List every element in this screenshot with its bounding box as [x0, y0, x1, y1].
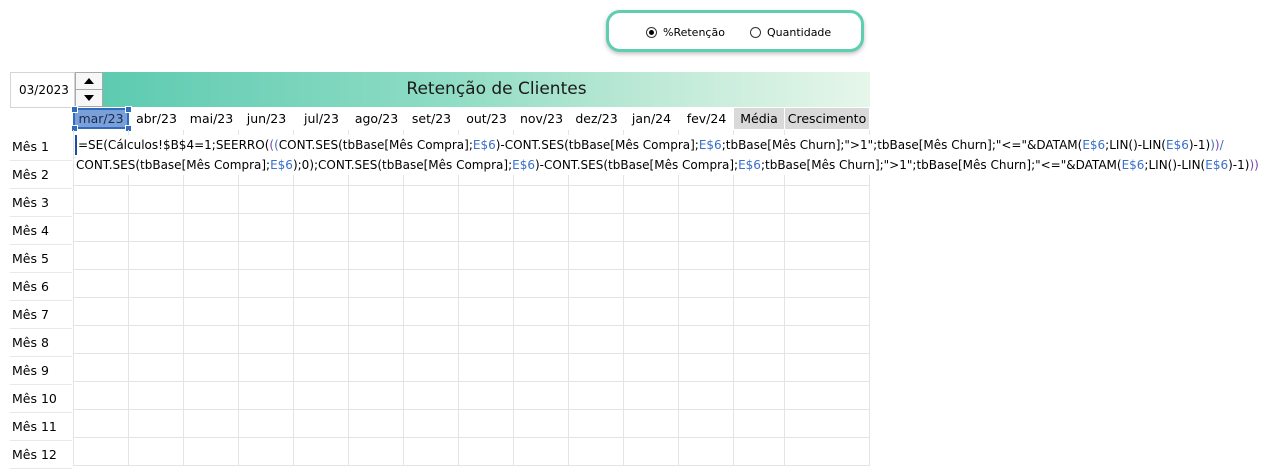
- grid-line: [73, 269, 870, 270]
- formula-token: );0);CONT.SES(tbBase[Mês Compra];: [292, 158, 513, 172]
- arrow-up-icon: [84, 78, 94, 84]
- radio-quantidade-indicator[interactable]: [750, 27, 761, 38]
- formula-token: CONT.SES(tbBase[Mês Compra];: [76, 158, 271, 172]
- grid-line: [128, 130, 129, 466]
- formula-token: ;LIN()-LIN(: [1144, 158, 1206, 172]
- grid-line: [458, 130, 459, 466]
- grid-line: [238, 130, 239, 466]
- radio-retencao[interactable]: %Retenção: [646, 26, 725, 39]
- grid-line: [623, 130, 624, 466]
- grid-line: [73, 325, 870, 326]
- formula-line-2[interactable]: CONT.SES(tbBase[Mês Compra]; E$6);0);CONT…: [76, 155, 1259, 175]
- header-cell-media[interactable]: Média: [734, 108, 784, 129]
- formula-reference: E$6: [738, 158, 761, 172]
- grid-line: [568, 130, 569, 466]
- header-cell[interactable]: jul/23: [294, 108, 349, 129]
- formula-token: ;LIN()-LIN(: [1105, 138, 1166, 152]
- header-cell[interactable]: nov/23: [514, 108, 569, 129]
- row-label: Mês 1: [10, 133, 72, 161]
- grid-line: [869, 130, 870, 466]
- header-cell[interactable]: jun/23: [239, 108, 294, 129]
- grid-line: [73, 381, 870, 382]
- row-label: Mês 7: [10, 301, 72, 329]
- header-cell[interactable]: abr/23: [129, 108, 184, 129]
- header-cell[interactable]: fev/24: [679, 108, 734, 129]
- formula-reference: E$6: [270, 158, 293, 172]
- grid-line: [403, 130, 404, 466]
- selection-handle[interactable]: [71, 106, 78, 113]
- row-label: Mês 4: [10, 217, 72, 245]
- formula-token: )-1): [1188, 138, 1211, 152]
- row-label: Mês 9: [10, 357, 72, 385]
- row-label: Mês 11: [10, 413, 72, 441]
- grid-line: [73, 465, 870, 466]
- radio-retencao-indicator[interactable]: [646, 27, 657, 38]
- grid-line: [73, 241, 870, 242]
- header-cell[interactable]: mai/23: [184, 108, 239, 129]
- formula-reference: E$6: [698, 138, 722, 152]
- grid-line: [73, 353, 870, 354]
- radio-quantidade[interactable]: Quantidade: [750, 26, 831, 39]
- grid-line: [73, 409, 870, 410]
- formula-line-1[interactable]: =SE(Cálculos!$B$4=1;SEERRO(((CONT.SES(tb…: [75, 135, 1224, 155]
- date-cell[interactable]: 03/2023: [10, 72, 75, 108]
- formula-token: )): [1249, 158, 1259, 172]
- formula-reference: E$6: [472, 138, 496, 152]
- row-label: Mês 5: [10, 245, 72, 273]
- title-banner: Retenção de Clientes: [103, 72, 870, 107]
- grid-line: [183, 130, 184, 466]
- grid-line: [293, 130, 294, 466]
- grid-line: [733, 130, 734, 466]
- radio-retencao-label: %Retenção: [663, 26, 725, 39]
- row-label: Mês 8: [10, 329, 72, 357]
- row-label: Mês 2: [10, 161, 72, 189]
- formula-reference: E$6: [512, 158, 535, 172]
- header-cell[interactable]: out/23: [459, 108, 514, 129]
- formula-token: )-CONT.SES(tbBase[Mês Compra];: [534, 158, 739, 172]
- grid-line: [73, 213, 870, 214]
- header-cell-crescimento[interactable]: Crescimento: [785, 108, 869, 129]
- header-cell[interactable]: jan/24: [624, 108, 679, 129]
- spin-down-button[interactable]: [76, 90, 102, 106]
- row-label: Mês 10: [10, 385, 72, 413]
- row-label: Mês 6: [10, 273, 72, 301]
- formula-token: CONT.SES(tbBase[Mês Compra];: [278, 138, 473, 152]
- data-grid[interactable]: [73, 130, 870, 466]
- grid-line: [73, 297, 870, 298]
- header-cell[interactable]: set/23: [404, 108, 459, 129]
- page-title: Retenção de Clientes: [406, 79, 587, 99]
- formula-token: ;tbBase[Mês Churn];">1";tbBase[Mês Churn…: [760, 158, 1122, 172]
- formula-token: )-1): [1228, 158, 1250, 172]
- date-spinner[interactable]: [75, 72, 103, 107]
- formula-reference: E$6: [1121, 158, 1145, 172]
- formula-token: ;tbBase[Mês Churn];">1";tbBase[Mês Churn…: [721, 138, 1083, 152]
- formula-token: /: [1219, 138, 1224, 152]
- grid-line: [73, 130, 74, 466]
- formula-token: )-CONT.SES(tbBase[Mês Compra];: [495, 138, 699, 152]
- view-mode-panel: %Retenção Quantidade: [606, 10, 864, 52]
- grid-line: [73, 185, 870, 186]
- grid-line: [73, 437, 870, 438]
- selection-handle[interactable]: [125, 106, 132, 113]
- row-label: Mês 3: [10, 189, 72, 217]
- radio-quantidade-label: Quantidade: [767, 26, 832, 39]
- formula-reference: E$6: [1205, 158, 1229, 172]
- header-cell[interactable]: mar/23: [73, 108, 129, 129]
- row-label: Mês 12: [10, 441, 72, 469]
- grid-line: [513, 130, 514, 466]
- header-cell[interactable]: ago/23: [349, 108, 404, 129]
- formula-token: =SE(Cálculos!$B$4=1;SEERRO(: [78, 138, 270, 152]
- grid-line: [348, 130, 349, 466]
- spin-up-button[interactable]: [76, 73, 102, 90]
- grid-line: [784, 130, 785, 466]
- arrow-down-icon: [84, 95, 94, 101]
- header-cell[interactable]: dez/23: [569, 108, 624, 129]
- grid-line: [678, 130, 679, 466]
- formula-reference: E$6: [1082, 138, 1106, 152]
- formula-reference: E$6: [1166, 138, 1189, 152]
